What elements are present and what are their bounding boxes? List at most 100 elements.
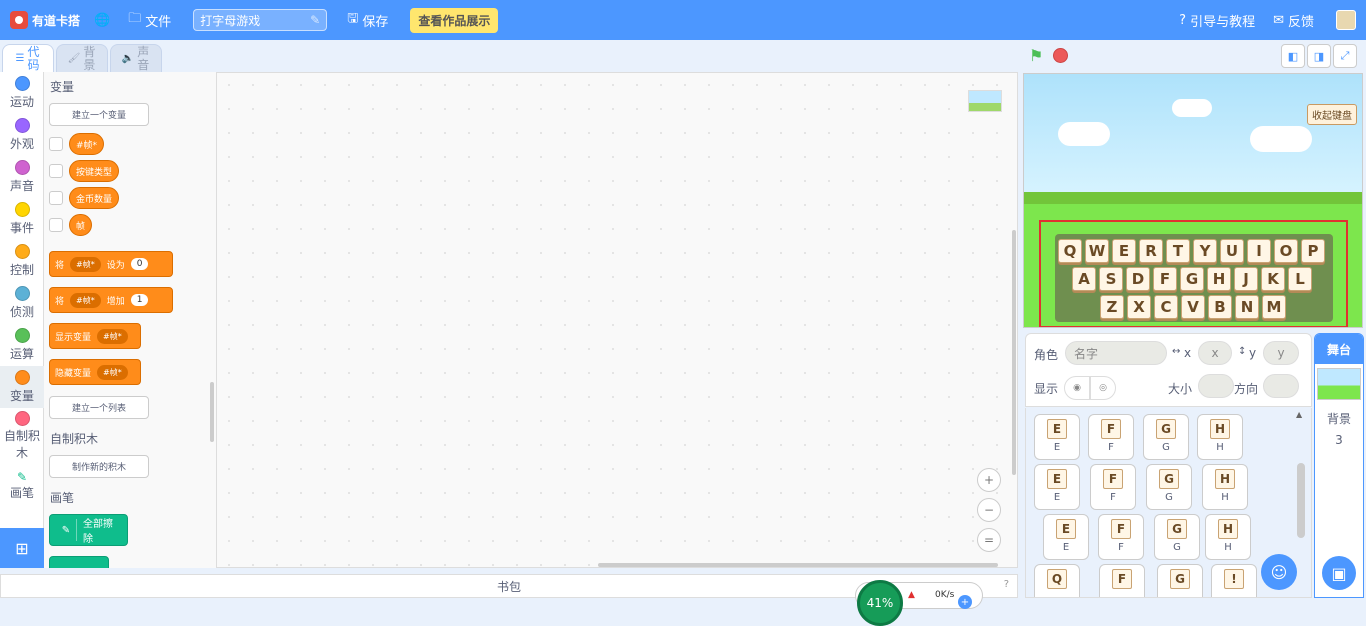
make-block-button[interactable]: 制作新的积木 <box>49 455 149 478</box>
variable-dropdown[interactable]: #帧* <box>97 328 128 344</box>
key-u[interactable]: U <box>1220 239 1244 263</box>
sprite-tile[interactable]: HH <box>1202 464 1248 510</box>
tab-backdrops[interactable]: 🖌 背景 <box>56 44 108 72</box>
sprite-tile[interactable]: HH <box>1197 414 1243 460</box>
variable-dropdown[interactable]: #帧* <box>70 256 101 272</box>
sprite-tile[interactable]: GG <box>1146 464 1192 510</box>
widget-add-icon[interactable]: + <box>958 595 972 609</box>
key-q[interactable]: Q <box>1058 239 1082 263</box>
variable-checkbox[interactable] <box>49 164 63 178</box>
key-y[interactable]: Y <box>1193 239 1217 263</box>
category-motion[interactable]: 运动 <box>0 72 44 114</box>
pen-block[interactable] <box>49 556 109 568</box>
key-k[interactable]: K <box>1261 267 1285 291</box>
variable-checkbox[interactable] <box>49 137 63 151</box>
key-p[interactable]: P <box>1301 239 1325 263</box>
language-button[interactable]: 🌐 <box>94 13 110 28</box>
tab-code[interactable]: ☰ 代码 <box>2 44 54 72</box>
key-r[interactable]: R <box>1139 239 1163 263</box>
key-h[interactable]: H <box>1207 267 1231 291</box>
choose-sprite-button[interactable]: ☺ <box>1261 554 1297 590</box>
set-variable-block[interactable]: 将 #帧* 设为 0 <box>49 251 173 277</box>
key-l[interactable]: L <box>1288 267 1312 291</box>
sprite-tile[interactable]: FF <box>1090 464 1136 510</box>
sprite-tile[interactable]: ! <box>1211 564 1257 597</box>
size-input[interactable] <box>1198 374 1234 398</box>
key-m[interactable]: M <box>1262 295 1286 319</box>
key-f[interactable]: F <box>1153 267 1177 291</box>
logo[interactable]: 有道卡搭 <box>10 11 80 29</box>
sprite-name-input[interactable]: 名字 <box>1065 341 1167 365</box>
category-looks[interactable]: 外观 <box>0 114 44 156</box>
pen-clear-block[interactable]: ✎ 全部擦除 <box>49 514 128 546</box>
sprite-tile[interactable]: HH <box>1205 514 1251 560</box>
key-i[interactable]: I <box>1247 239 1271 263</box>
direction-input[interactable] <box>1263 374 1299 398</box>
sprite-tile[interactable]: EE <box>1034 464 1080 510</box>
showcase-button[interactable]: 查看作品展示 <box>410 7 499 33</box>
save-button[interactable]: 🖫 保存 <box>347 9 388 31</box>
small-stage-button[interactable]: ◧ <box>1281 44 1305 68</box>
change-variable-block[interactable]: 将 #帧* 增加 1 <box>49 287 173 313</box>
zoom-reset-button[interactable]: = <box>977 528 1001 552</box>
variable-checkbox[interactable] <box>49 191 63 205</box>
category-events[interactable]: 事件 <box>0 198 44 240</box>
show-sprite-button[interactable]: ◉ <box>1064 376 1090 400</box>
key-g[interactable]: G <box>1180 267 1204 291</box>
y-input[interactable]: y <box>1263 341 1299 365</box>
key-e[interactable]: E <box>1112 239 1136 263</box>
key-b[interactable]: B <box>1208 295 1232 319</box>
help-icon[interactable]: ? <box>1004 579 1009 590</box>
green-flag-icon[interactable]: ⚑ <box>1029 48 1045 64</box>
variable-reporter[interactable]: 按键类型 <box>69 160 120 182</box>
sprite-tile[interactable]: EE <box>1043 514 1089 560</box>
fold-keyboard-button[interactable]: 收起键盘 <box>1307 104 1357 125</box>
key-c[interactable]: C <box>1154 295 1178 319</box>
palette-scrollbar[interactable] <box>210 382 214 442</box>
key-d[interactable]: D <box>1126 267 1150 291</box>
key-n[interactable]: N <box>1235 295 1259 319</box>
category-pen[interactable]: ✎ 画笔 <box>0 464 44 506</box>
file-menu[interactable]: 🗀 文件 <box>128 9 171 31</box>
key-x[interactable]: X <box>1127 295 1151 319</box>
large-stage-button[interactable]: ◨ <box>1307 44 1331 68</box>
key-a[interactable]: A <box>1072 267 1096 291</box>
variable-reporter[interactable]: #帧* <box>69 133 105 155</box>
make-variable-button[interactable]: 建立一个变量 <box>49 103 149 126</box>
variable-dropdown[interactable]: #帧* <box>70 292 101 308</box>
key-s[interactable]: S <box>1099 267 1123 291</box>
sprite-tile[interactable]: EE <box>1034 414 1080 460</box>
sprite-tile[interactable]: G <box>1157 564 1203 597</box>
value-input[interactable]: 0 <box>130 258 149 270</box>
key-z[interactable]: Z <box>1100 295 1124 319</box>
key-w[interactable]: W <box>1085 239 1109 263</box>
tab-sounds[interactable]: 🔈 声音 <box>110 44 162 72</box>
workspace-vertical-scrollbar[interactable] <box>1012 230 1016 475</box>
hide-variable-block[interactable]: 隐藏变量 #帧* <box>49 359 141 385</box>
key-o[interactable]: O <box>1274 239 1298 263</box>
sprite-tile[interactable]: GG <box>1143 414 1189 460</box>
variable-dropdown[interactable]: #帧* <box>97 364 128 380</box>
guide-button[interactable]: ? 引导与教程 <box>1179 11 1255 30</box>
key-t[interactable]: T <box>1166 239 1190 263</box>
workspace-horizontal-scrollbar[interactable] <box>598 563 998 567</box>
choose-backdrop-button[interactable]: ▣ <box>1322 556 1356 590</box>
zoom-out-button[interactable]: − <box>977 498 1001 522</box>
scroll-up-icon[interactable]: ▲ <box>1296 410 1302 419</box>
sprite-list-scrollbar[interactable] <box>1297 463 1305 538</box>
sprite-tile[interactable]: F <box>1099 564 1145 597</box>
category-variables[interactable]: 变量 <box>0 366 44 408</box>
sprite-tile[interactable]: GG <box>1154 514 1200 560</box>
sprite-tile[interactable]: Q <box>1034 564 1080 597</box>
stage-canvas[interactable]: 收起键盘 QWERTYUIOP ASDFGHJKL ZXCVBNM <box>1023 73 1363 328</box>
sprite-tile[interactable]: FF <box>1088 414 1134 460</box>
project-title-input[interactable]: 打字母游戏 ✎ <box>193 9 328 31</box>
show-variable-block[interactable]: 显示变量 #帧* <box>49 323 141 349</box>
add-extension-button[interactable]: ⊞ <box>0 528 44 568</box>
make-list-button[interactable]: 建立一个列表 <box>49 396 149 419</box>
category-sound[interactable]: 声音 <box>0 156 44 198</box>
stop-icon[interactable] <box>1053 48 1068 63</box>
key-j[interactable]: J <box>1234 267 1258 291</box>
category-myblocks[interactable]: 自制积木 <box>0 408 44 464</box>
fullscreen-button[interactable]: ⤢ <box>1333 44 1357 68</box>
